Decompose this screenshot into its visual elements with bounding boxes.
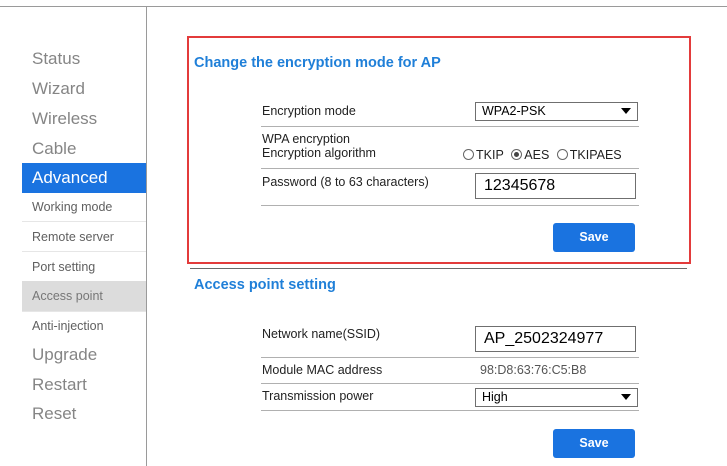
mac-label: Module MAC address [262, 363, 383, 377]
sidebar-item-advanced[interactable]: Advanced [22, 163, 146, 193]
sidebar-item-wizard[interactable]: Wizard [22, 74, 146, 104]
radio-aes[interactable] [511, 149, 523, 160]
radio-aes-label: AES [524, 148, 550, 162]
radio-tkip[interactable] [463, 149, 474, 160]
transmission-power-label: Transmission power [262, 389, 374, 403]
access-point-section-title: Access point setting [194, 277, 336, 293]
encryption-mode-label: Encryption mode [262, 104, 356, 118]
sidebar-item-upgrade[interactable]: Upgrade [22, 340, 146, 370]
password-label: Password (8 to 63 characters) [262, 175, 429, 189]
chevron-down-icon [621, 108, 631, 114]
radio-tkipaes-label: TKIPAES [569, 148, 622, 162]
top-border [0, 6, 727, 7]
save-encryption-button[interactable]: Save [553, 223, 635, 252]
sidebar-item-remote-server[interactable]: Remote server [22, 222, 146, 252]
encryption-section-title: Change the encryption mode for AP [194, 55, 441, 71]
password-input[interactable]: 12345678 [475, 173, 636, 199]
sidebar-item-wireless[interactable]: Wireless [22, 104, 146, 134]
save-access-point-button[interactable]: Save [553, 429, 635, 458]
encryption-mode-value: WPA2-PSK [482, 104, 546, 118]
sidebar-item-working-mode[interactable]: Working mode [22, 192, 146, 222]
sidebar-divider [146, 6, 147, 466]
sidebar-item-status[interactable]: Status [22, 44, 146, 74]
page-frame: Status Wizard Wireless Cable Advanced Wo… [0, 0, 727, 466]
row-separator [261, 357, 639, 358]
transmission-power-value: High [482, 390, 508, 404]
sidebar-item-anti-injection[interactable]: Anti-injection [22, 311, 146, 341]
row-separator [261, 126, 639, 127]
row-separator [261, 410, 639, 411]
wpa-encryption-label: WPA encryption [262, 132, 351, 146]
transmission-power-select[interactable]: High [475, 388, 638, 407]
section-divider [190, 268, 687, 269]
sidebar-item-cable[interactable]: Cable [22, 134, 146, 164]
sidebar-item-restart[interactable]: Restart [22, 370, 146, 400]
encryption-algorithm-label: Encryption algorithm [262, 146, 376, 160]
row-separator [261, 383, 639, 384]
encryption-mode-select[interactable]: WPA2-PSK [475, 102, 638, 121]
ssid-input[interactable]: AP_2502324977 [475, 326, 636, 352]
sidebar-item-reset[interactable]: Reset [22, 399, 146, 429]
row-separator [261, 205, 639, 206]
algorithm-radio-group: TKIP AES TKIPAES [463, 148, 626, 162]
row-separator [261, 168, 639, 169]
ssid-label: Network name(SSID) [262, 327, 381, 341]
sidebar-item-access-point[interactable]: Access point [22, 281, 146, 311]
mac-value: 98:D8:63:76:C5:B8 [480, 363, 587, 377]
radio-tkipaes[interactable] [556, 149, 568, 160]
sidebar-item-port-setting[interactable]: Port setting [22, 252, 146, 282]
radio-tkip-label: TKIP [476, 148, 504, 162]
chevron-down-icon [621, 394, 631, 400]
